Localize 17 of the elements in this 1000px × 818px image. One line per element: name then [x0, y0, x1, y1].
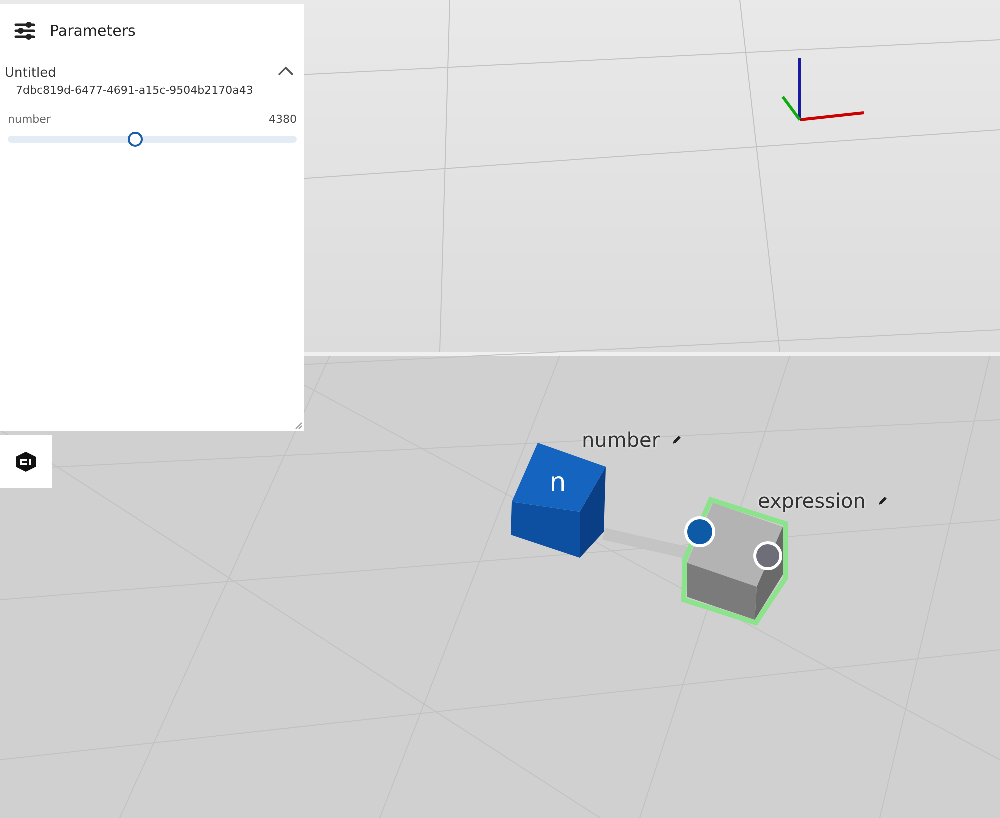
- cube-logo-icon: [15, 450, 37, 472]
- model-id: 7dbc819d-6477-4691-a15c-9504b2170a43: [16, 84, 254, 97]
- chevron-icon[interactable]: [278, 66, 294, 76]
- logo-button[interactable]: [0, 435, 52, 488]
- node-glyph: n: [550, 468, 566, 498]
- pencil-icon[interactable]: [878, 496, 888, 506]
- panel-title: Parameters: [50, 22, 136, 40]
- output-port[interactable]: [754, 542, 782, 570]
- pencil-icon[interactable]: [672, 435, 682, 445]
- sliders-icon: [14, 21, 36, 41]
- model-name: Untitled: [5, 66, 58, 81]
- resize-handle-icon[interactable]: [295, 422, 302, 429]
- node-label[interactable]: number: [582, 428, 660, 452]
- parameter-value: 4380: [269, 113, 297, 126]
- slider-thumb[interactable]: [128, 132, 144, 147]
- node-label[interactable]: expression: [758, 489, 866, 513]
- parameter-label: number: [8, 113, 51, 126]
